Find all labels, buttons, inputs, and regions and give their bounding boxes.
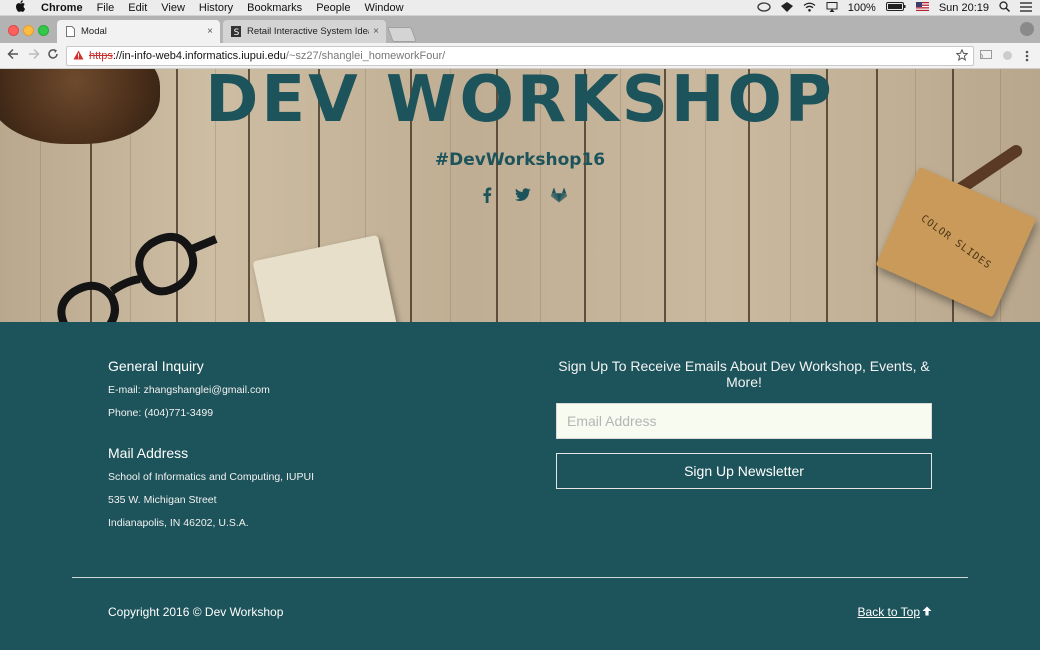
back-to-top-link[interactable]: Back to Top <box>858 605 932 619</box>
menu-bookmarks[interactable]: Bookmarks <box>247 2 302 14</box>
facebook-icon[interactable] <box>478 186 496 204</box>
box-label: COLOR SLIDES <box>918 212 994 272</box>
forward-arrow-icon[interactable] <box>27 48 41 62</box>
url-host: ://in-info-web4.informatics.iupui.edu <box>112 50 286 62</box>
site-footer: General Inquiry E-mail: zhangshanglei@gm… <box>0 322 1040 650</box>
contact-phone: Phone: (404)771-3499 <box>108 407 214 419</box>
cast-extension-icon[interactable] <box>980 50 992 62</box>
twitter-icon[interactable] <box>514 186 532 204</box>
address-line-2: 535 W. Michigan Street <box>108 494 217 506</box>
newsletter-email-input[interactable] <box>556 403 932 439</box>
tab-retail-ideas[interactable]: S Retail Interactive System Ideas × <box>223 20 386 43</box>
general-inquiry-heading: General Inquiry <box>108 358 204 374</box>
paper-decoration <box>252 234 400 322</box>
address-line-3: Indianapolis, IN 46202, U.S.A. <box>108 517 249 529</box>
insecure-warning-icon[interactable] <box>73 50 84 63</box>
window-zoom-button[interactable] <box>38 25 49 36</box>
battery-percent: 100% <box>847 2 876 14</box>
signup-newsletter-button[interactable]: Sign Up Newsletter <box>556 453 932 489</box>
newsletter-prompt: Sign Up To Receive Emails About Dev Work… <box>558 358 930 390</box>
new-tab-button[interactable] <box>387 27 417 42</box>
wifi-icon[interactable] <box>803 2 816 15</box>
reload-icon[interactable] <box>46 48 60 62</box>
menu-window[interactable]: Window <box>364 2 403 14</box>
spotlight-search-icon[interactable] <box>999 1 1010 15</box>
menu-edit[interactable]: Edit <box>128 2 147 14</box>
tab-close-icon[interactable]: × <box>369 26 383 37</box>
window-minimize-button[interactable] <box>23 25 34 36</box>
address-line-1: School of Informatics and Computing, IUP… <box>108 471 315 483</box>
site-favicon-icon: S <box>231 26 241 38</box>
svg-text:S: S <box>234 28 240 37</box>
mail-address-heading: Mail Address <box>108 445 189 461</box>
hashtag: #DevWorkshop16 <box>434 150 606 170</box>
url-scheme: https <box>89 50 113 62</box>
menu-app-chrome[interactable]: Chrome <box>41 2 83 14</box>
menu-file[interactable]: File <box>97 2 115 14</box>
bookmark-star-icon[interactable] <box>955 48 969 64</box>
menu-history[interactable]: History <box>199 2 233 14</box>
footer-divider <box>72 577 968 578</box>
macos-menu-bar: Chrome File Edit View History Bookmarks … <box>0 0 1040 16</box>
copyright-text: Copyright 2016 © Dev Workshop <box>108 605 284 619</box>
page-title: DEV WORKSHOP <box>205 63 835 137</box>
menu-view[interactable]: View <box>161 2 185 14</box>
menu-bar-clock[interactable]: Sun 20:19 <box>939 2 989 14</box>
tab-title: Modal <box>81 26 107 37</box>
us-flag-icon[interactable] <box>915 2 929 14</box>
social-links <box>478 186 568 204</box>
menu-bar-status-area: 100% Sun 20:19 <box>757 0 1032 16</box>
back-arrow-icon[interactable] <box>6 48 20 62</box>
tab-title: Retail Interactive System Ideas <box>247 26 369 37</box>
extension-icon[interactable] <box>1001 50 1013 62</box>
back-to-top-label: Back to Top <box>857 605 920 619</box>
arrow-up-icon <box>922 605 932 619</box>
tab-close-icon[interactable]: × <box>203 26 217 37</box>
notification-center-icon[interactable] <box>1020 1 1032 15</box>
window-close-button[interactable] <box>8 25 19 36</box>
vpn-icon[interactable] <box>780 1 793 15</box>
profile-avatar-icon[interactable] <box>1020 22 1034 36</box>
url-path: /~sz27/shanglei_homeworkFour/ <box>285 50 446 62</box>
airplay-icon[interactable] <box>826 1 838 15</box>
page-favicon-icon <box>65 26 75 38</box>
battery-icon[interactable] <box>885 2 906 14</box>
chrome-menu-icon[interactable] <box>1021 50 1033 62</box>
tab-modal[interactable]: Modal × <box>57 20 220 43</box>
color-slides-box: COLOR SLIDES <box>875 166 1037 318</box>
eyeglasses-illustration <box>57 232 218 322</box>
creative-cloud-icon[interactable] <box>757 1 771 15</box>
menu-people[interactable]: People <box>316 2 350 14</box>
gitlab-icon[interactable] <box>550 186 568 204</box>
apple-menu-icon[interactable] <box>14 0 28 15</box>
browser-tab-strip: Modal × S Retail Interactive System Idea… <box>0 16 1040 43</box>
contact-email: E-mail: zhangshanglei@gmail.com <box>108 384 270 396</box>
